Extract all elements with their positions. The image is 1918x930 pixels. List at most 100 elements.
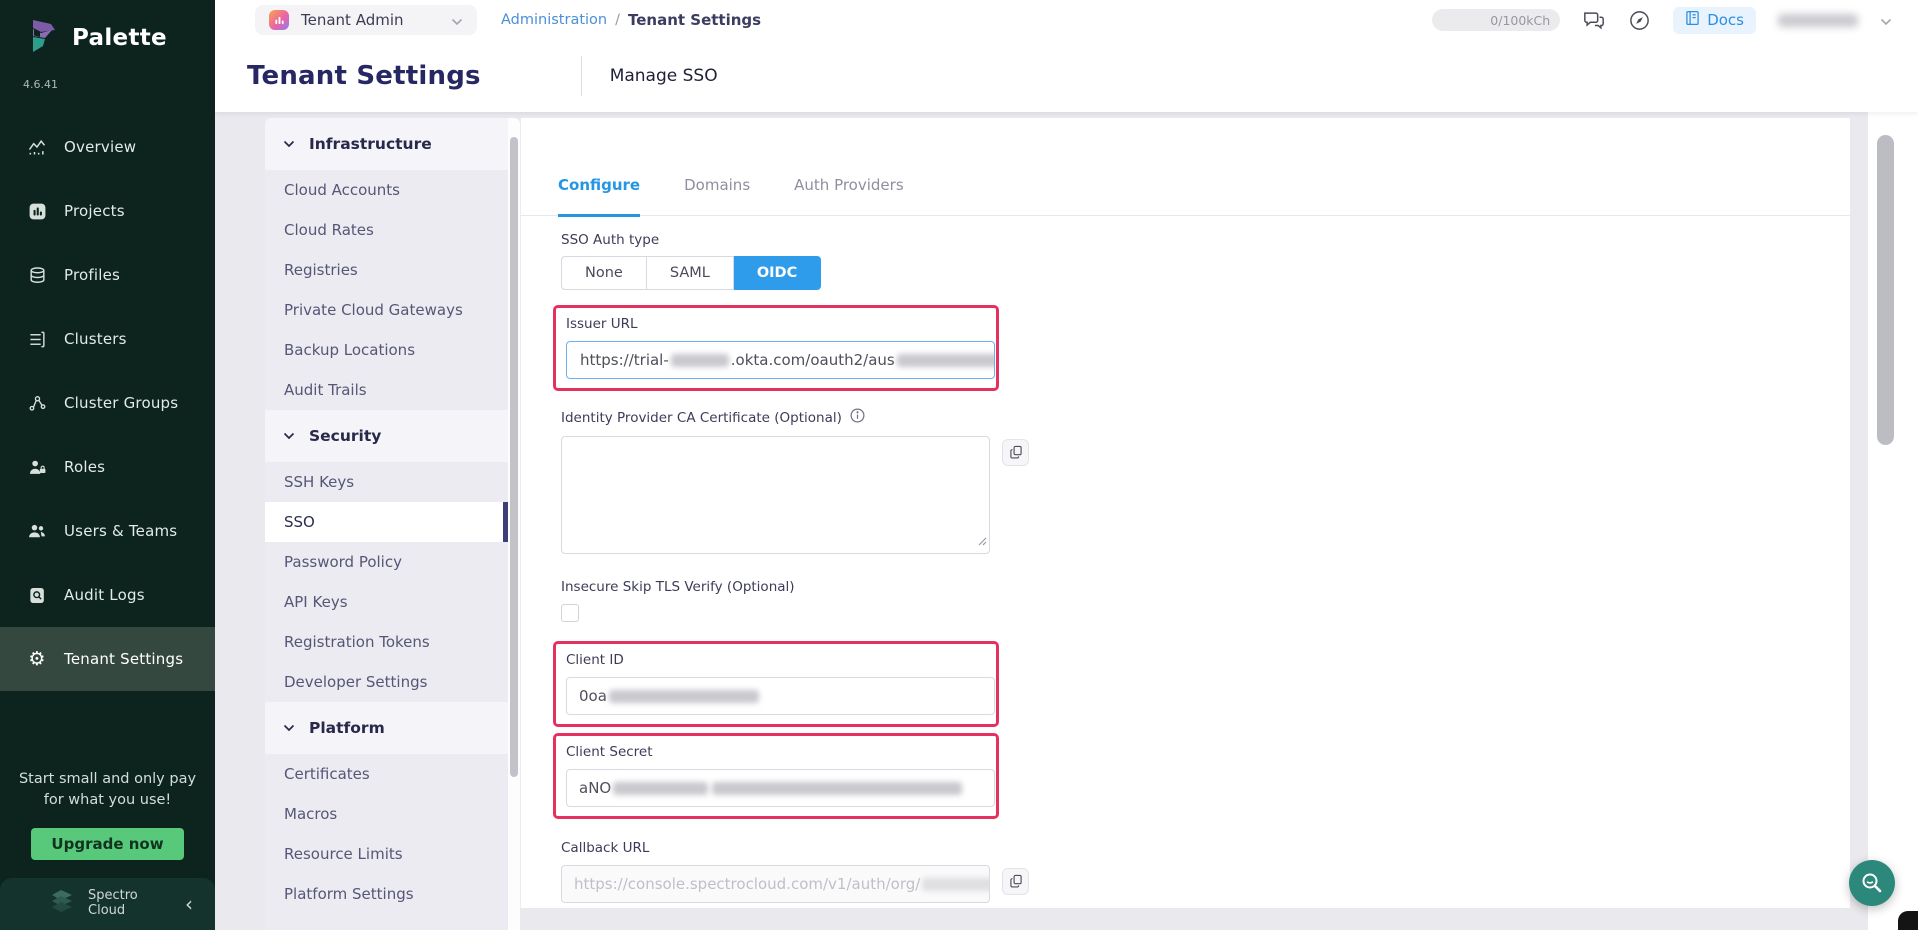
settings-item-audit-trails[interactable]: Audit Trails — [265, 370, 508, 410]
settings-nav-scroll-thumb[interactable] — [510, 137, 518, 777]
breadcrumb-separator: / — [615, 12, 620, 28]
copy-button[interactable] — [1002, 439, 1029, 466]
callback-url-row: https://console.spectrocloud.com/v1/auth… — [561, 865, 1850, 903]
sidebar-item-label: Audit Logs — [64, 586, 145, 604]
settings-item-api-keys[interactable]: API Keys — [265, 582, 508, 622]
roles-icon — [27, 457, 47, 477]
settings-item-platform-settings[interactable]: Platform Settings — [265, 874, 508, 914]
settings-item-developer-settings[interactable]: Developer Settings — [265, 662, 508, 702]
settings-item-certificates[interactable]: Certificates — [265, 754, 508, 794]
info-icon[interactable] — [850, 408, 865, 427]
sidebar-item-overview[interactable]: Overview — [0, 115, 215, 179]
copy-button[interactable] — [1002, 868, 1029, 895]
collapse-sidebar-icon[interactable]: ‹ — [185, 894, 193, 914]
sso-auth-type-toggle: None SAML OIDC — [561, 256, 821, 290]
title-divider — [581, 56, 582, 96]
settings-item-private-cloud-gateways[interactable]: Private Cloud Gateways — [265, 290, 508, 330]
sidebar-item-audit-logs[interactable]: Audit Logs — [0, 563, 215, 627]
section-security[interactable]: Security — [265, 410, 508, 462]
docs-button[interactable]: Docs — [1673, 7, 1756, 34]
sidebar-item-roles[interactable]: Roles — [0, 435, 215, 499]
sso-configure-panel: Configure Domains Auth Providers SSO Aut… — [520, 118, 1850, 908]
auth-type-none-button[interactable]: None — [561, 256, 647, 290]
redacted-text — [609, 690, 759, 703]
breadcrumb-administration[interactable]: Administration — [501, 12, 607, 28]
upgrade-now-button[interactable]: Upgrade now — [31, 828, 183, 860]
ca-certificate-row — [561, 436, 1850, 554]
client-id-input[interactable]: 0oa — [566, 677, 995, 715]
ca-certificate-label: Identity Provider CA Certificate (Option… — [561, 408, 1850, 427]
redacted-text — [922, 878, 990, 891]
sidebar-item-cluster-groups[interactable]: Cluster Groups — [0, 371, 215, 435]
settings-item-ssh-keys[interactable]: SSH Keys — [265, 462, 508, 502]
chevron-down-icon[interactable] — [1880, 11, 1892, 30]
settings-item-cloud-rates[interactable]: Cloud Rates — [265, 210, 508, 250]
section-platform[interactable]: Platform — [265, 702, 508, 754]
projects-icon — [27, 201, 47, 221]
tenant-settings-nav: Infrastructure Cloud Accounts Cloud Rate… — [265, 118, 520, 930]
tenant-admin-icon — [269, 10, 289, 30]
screen-corner-overlay — [1898, 911, 1918, 930]
help-compass-icon[interactable] — [1628, 9, 1651, 32]
callback-url-input: https://console.spectrocloud.com/v1/auth… — [561, 865, 990, 903]
sidebar-item-projects[interactable]: Projects — [0, 179, 215, 243]
callback-url-label: Callback URL — [561, 840, 1850, 856]
chevron-down-icon — [283, 724, 295, 732]
sidebar-item-users-teams[interactable]: Users & Teams — [0, 499, 215, 563]
settings-item-cloud-accounts[interactable]: Cloud Accounts — [265, 170, 508, 210]
audit-logs-icon — [27, 585, 47, 605]
app-version: 4.6.41 — [0, 60, 215, 91]
sidebar-item-label: Users & Teams — [64, 522, 177, 540]
page-subtitle: Manage SSO — [610, 66, 718, 86]
palette-logo-icon — [25, 16, 61, 60]
page-scrollbar-track — [1868, 112, 1918, 930]
client-secret-annotation-box: Client Secret aNO — [553, 733, 999, 819]
ca-certificate-textarea[interactable] — [561, 436, 990, 554]
settings-item-password-policy[interactable]: Password Policy — [265, 542, 508, 582]
profiles-icon — [27, 265, 47, 285]
issuer-url-input[interactable]: https://trial-.okta.com/oauth2/aus — [566, 341, 995, 379]
project-scope-label: Tenant Admin — [301, 11, 404, 29]
users-teams-icon — [27, 521, 47, 541]
tab-auth-providers[interactable]: Auth Providers — [794, 176, 904, 215]
redacted-text — [671, 354, 729, 367]
settings-item-macros[interactable]: Macros — [265, 794, 508, 834]
palette-logo[interactable]: Palette — [0, 0, 215, 60]
auth-type-saml-button[interactable]: SAML — [647, 256, 734, 290]
settings-item-sso[interactable]: SSO — [265, 502, 508, 542]
auth-type-oidc-button[interactable]: OIDC — [734, 256, 821, 290]
chevron-down-icon — [283, 140, 295, 148]
project-scope-selector[interactable]: Tenant Admin — [255, 5, 477, 35]
primary-nav: Overview Projects Profiles Clusters Clus… — [0, 115, 215, 691]
sidebar-item-profiles[interactable]: Profiles — [0, 243, 215, 307]
user-menu-redacted[interactable] — [1778, 14, 1858, 27]
settings-item-backup-locations[interactable]: Backup Locations — [265, 330, 508, 370]
sidebar-item-clusters[interactable]: Clusters — [0, 307, 215, 371]
tab-configure[interactable]: Configure — [558, 176, 640, 217]
sidebar-item-tenant-settings[interactable]: ⚙ Tenant Settings — [0, 627, 215, 691]
breadcrumb-current: Tenant Settings — [628, 11, 761, 29]
sidebar-item-label: Tenant Settings — [64, 650, 183, 668]
skip-tls-label: Insecure Skip TLS Verify (Optional) — [561, 579, 1850, 595]
client-secret-input[interactable]: aNO — [566, 769, 995, 807]
chevron-down-icon — [283, 432, 295, 440]
redacted-text — [897, 354, 995, 367]
upgrade-promo: Start small and only pay for what you us… — [0, 755, 215, 879]
sidebar-item-label: Roles — [64, 458, 105, 476]
chat-icon[interactable] — [1582, 9, 1606, 31]
skip-tls-checkbox[interactable] — [561, 604, 579, 622]
chevron-down-icon — [451, 11, 463, 30]
settings-item-resource-limits[interactable]: Resource Limits — [265, 834, 508, 874]
help-beacon-button[interactable] — [1849, 860, 1895, 906]
cluster-groups-icon — [27, 393, 47, 413]
settings-item-registries[interactable]: Registries — [265, 250, 508, 290]
issuer-url-label: Issuer URL — [566, 316, 991, 332]
tab-domains[interactable]: Domains — [684, 176, 750, 215]
topbar: Tenant Admin Administration / Tenant Set… — [215, 0, 1918, 40]
sso-auth-type-label: SSO Auth type — [561, 232, 1850, 248]
docs-label: Docs — [1707, 11, 1744, 29]
settings-item-registration-tokens[interactable]: Registration Tokens — [265, 622, 508, 662]
section-infrastructure[interactable]: Infrastructure — [265, 118, 508, 170]
page-scrollbar-thumb[interactable] — [1877, 135, 1894, 445]
sidebar-item-label: Cluster Groups — [64, 394, 178, 412]
